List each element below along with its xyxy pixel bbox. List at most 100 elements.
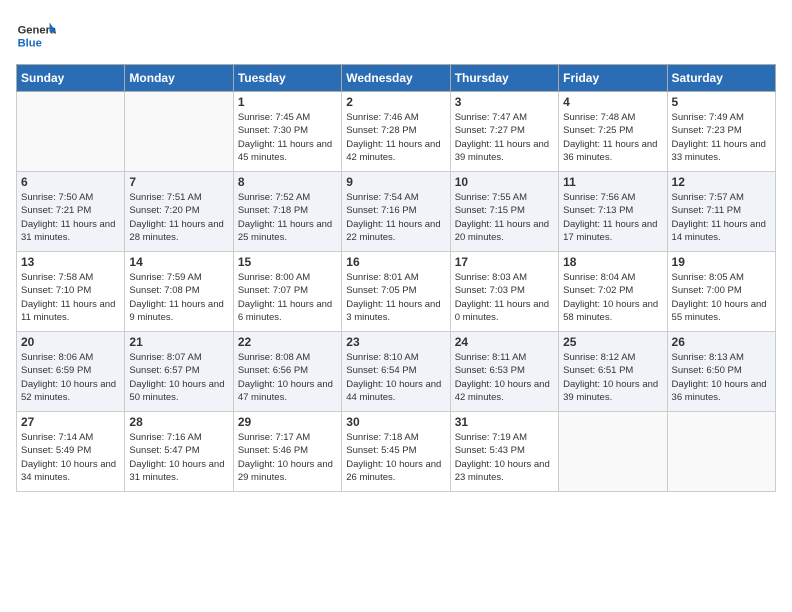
day-number: 5 [672,95,771,109]
day-info: Sunrise: 7:49 AM Sunset: 7:23 PM Dayligh… [672,111,771,164]
day-info: Sunrise: 7:55 AM Sunset: 7:15 PM Dayligh… [455,191,554,244]
calendar-cell: 5 Sunrise: 7:49 AM Sunset: 7:23 PM Daylig… [667,92,775,172]
calendar-cell: 29Sunrise: 7:17 AM Sunset: 5:46 PM Dayli… [233,412,341,492]
calendar-cell: 10 Sunrise: 7:55 AM Sunset: 7:15 PM Dayli… [450,172,558,252]
day-info: Sunrise: 7:48 AM Sunset: 7:25 PM Dayligh… [563,111,662,164]
day-number: 22 [238,335,337,349]
week-row-1: 1Sunrise: 7:45 AM Sunset: 7:30 PM Daylig… [17,92,776,172]
day-info: Sunrise: 8:12 AM Sunset: 6:51 PM Dayligh… [563,351,662,404]
week-row-4: 20Sunrise: 8:06 AM Sunset: 6:59 PM Dayli… [17,332,776,412]
day-number: 4 [563,95,662,109]
calendar-cell: 2Sunrise: 7:46 AM Sunset: 7:28 PM Daylig… [342,92,450,172]
calendar-cell: 30 Sunrise: 7:18 AM Sunset: 5:45 PM Dayli… [342,412,450,492]
calendar-cell: 6 Sunrise: 7:50 AM Sunset: 7:21 PM Daylig… [17,172,125,252]
calendar-cell: 24 Sunrise: 8:11 AM Sunset: 6:53 PM Dayli… [450,332,558,412]
weekday-monday: Monday [125,65,233,92]
day-number: 18 [563,255,662,269]
svg-text:Blue: Blue [18,37,42,49]
day-info: Sunrise: 8:07 AM Sunset: 6:57 PM Dayligh… [129,351,228,404]
calendar-cell [559,412,667,492]
calendar-cell: 28 Sunrise: 7:16 AM Sunset: 5:47 PM Dayli… [125,412,233,492]
day-info: Sunrise: 8:03 AM Sunset: 7:03 PM Dayligh… [455,271,554,324]
day-info: Sunrise: 7:14 AM Sunset: 5:49 PM Dayligh… [21,431,120,484]
day-number: 10 [455,175,554,189]
day-number: 17 [455,255,554,269]
calendar-cell: 3 Sunrise: 7:47 AM Sunset: 7:27 PM Daylig… [450,92,558,172]
calendar-cell: 14 Sunrise: 7:59 AM Sunset: 7:08 PM Dayli… [125,252,233,332]
calendar-cell: 22 Sunrise: 8:08 AM Sunset: 6:56 PM Dayli… [233,332,341,412]
day-info: Sunrise: 7:59 AM Sunset: 7:08 PM Dayligh… [129,271,228,324]
calendar-cell: 20Sunrise: 8:06 AM Sunset: 6:59 PM Dayli… [17,332,125,412]
day-info: Sunrise: 8:04 AM Sunset: 7:02 PM Dayligh… [563,271,662,324]
calendar-header: SundayMondayTuesdayWednesdayThursdayFrid… [17,65,776,92]
week-row-2: 6 Sunrise: 7:50 AM Sunset: 7:21 PM Daylig… [17,172,776,252]
weekday-saturday: Saturday [667,65,775,92]
day-number: 24 [455,335,554,349]
day-number: 7 [129,175,228,189]
week-row-3: 13Sunrise: 7:58 AM Sunset: 7:10 PM Dayli… [17,252,776,332]
day-info: Sunrise: 7:58 AM Sunset: 7:10 PM Dayligh… [21,271,120,324]
day-number: 20 [21,335,120,349]
day-number: 23 [346,335,445,349]
day-info: Sunrise: 8:11 AM Sunset: 6:53 PM Dayligh… [455,351,554,404]
day-number: 15 [238,255,337,269]
weekday-tuesday: Tuesday [233,65,341,92]
weekday-header-row: SundayMondayTuesdayWednesdayThursdayFrid… [17,65,776,92]
day-info: Sunrise: 8:08 AM Sunset: 6:56 PM Dayligh… [238,351,337,404]
calendar-cell: 25 Sunrise: 8:12 AM Sunset: 6:51 PM Dayli… [559,332,667,412]
day-info: Sunrise: 8:05 AM Sunset: 7:00 PM Dayligh… [672,271,771,324]
calendar-cell: 18 Sunrise: 8:04 AM Sunset: 7:02 PM Dayli… [559,252,667,332]
day-number: 29 [238,415,337,429]
calendar-cell: 16 Sunrise: 8:01 AM Sunset: 7:05 PM Dayli… [342,252,450,332]
day-number: 30 [346,415,445,429]
day-info: Sunrise: 7:18 AM Sunset: 5:45 PM Dayligh… [346,431,445,484]
week-row-5: 27 Sunrise: 7:14 AM Sunset: 5:49 PM Dayli… [17,412,776,492]
calendar-cell: 27 Sunrise: 7:14 AM Sunset: 5:49 PM Dayli… [17,412,125,492]
day-number: 21 [129,335,228,349]
calendar-table: SundayMondayTuesdayWednesdayThursdayFrid… [16,64,776,492]
day-number: 6 [21,175,120,189]
day-number: 19 [672,255,771,269]
day-number: 25 [563,335,662,349]
calendar-cell: 13Sunrise: 7:58 AM Sunset: 7:10 PM Dayli… [17,252,125,332]
day-number: 8 [238,175,337,189]
day-info: Sunrise: 7:57 AM Sunset: 7:11 PM Dayligh… [672,191,771,244]
day-number: 14 [129,255,228,269]
day-info: Sunrise: 7:51 AM Sunset: 7:20 PM Dayligh… [129,191,228,244]
calendar-cell: 7 Sunrise: 7:51 AM Sunset: 7:20 PM Daylig… [125,172,233,252]
day-info: Sunrise: 7:19 AM Sunset: 5:43 PM Dayligh… [455,431,554,484]
day-info: Sunrise: 7:47 AM Sunset: 7:27 PM Dayligh… [455,111,554,164]
day-number: 16 [346,255,445,269]
calendar-cell: 9 Sunrise: 7:54 AM Sunset: 7:16 PM Daylig… [342,172,450,252]
day-number: 28 [129,415,228,429]
day-number: 31 [455,415,554,429]
calendar-cell: 31 Sunrise: 7:19 AM Sunset: 5:43 PM Dayli… [450,412,558,492]
day-info: Sunrise: 7:54 AM Sunset: 7:16 PM Dayligh… [346,191,445,244]
day-number: 27 [21,415,120,429]
calendar-cell: 12Sunrise: 7:57 AM Sunset: 7:11 PM Dayli… [667,172,775,252]
calendar-cell: 17 Sunrise: 8:03 AM Sunset: 7:03 PM Dayli… [450,252,558,332]
weekday-thursday: Thursday [450,65,558,92]
day-number: 11 [563,175,662,189]
weekday-friday: Friday [559,65,667,92]
day-number: 26 [672,335,771,349]
calendar-cell: 26 Sunrise: 8:13 AM Sunset: 6:50 PM Dayli… [667,332,775,412]
calendar-cell: 23 Sunrise: 8:10 AM Sunset: 6:54 PM Dayli… [342,332,450,412]
page-header: General Blue [16,16,776,56]
day-number: 9 [346,175,445,189]
calendar-cell [667,412,775,492]
calendar-cell: 15Sunrise: 8:00 AM Sunset: 7:07 PM Dayli… [233,252,341,332]
day-info: Sunrise: 7:50 AM Sunset: 7:21 PM Dayligh… [21,191,120,244]
day-info: Sunrise: 7:56 AM Sunset: 7:13 PM Dayligh… [563,191,662,244]
day-info: Sunrise: 8:10 AM Sunset: 6:54 PM Dayligh… [346,351,445,404]
day-info: Sunrise: 7:16 AM Sunset: 5:47 PM Dayligh… [129,431,228,484]
day-number: 1 [238,95,337,109]
calendar-cell: 8Sunrise: 7:52 AM Sunset: 7:18 PM Daylig… [233,172,341,252]
day-number: 3 [455,95,554,109]
day-info: Sunrise: 8:01 AM Sunset: 7:05 PM Dayligh… [346,271,445,324]
logo-icon: General Blue [16,16,56,56]
calendar-cell: 4 Sunrise: 7:48 AM Sunset: 7:25 PM Daylig… [559,92,667,172]
day-info: Sunrise: 8:13 AM Sunset: 6:50 PM Dayligh… [672,351,771,404]
logo: General Blue [16,16,60,56]
calendar-cell: 1Sunrise: 7:45 AM Sunset: 7:30 PM Daylig… [233,92,341,172]
